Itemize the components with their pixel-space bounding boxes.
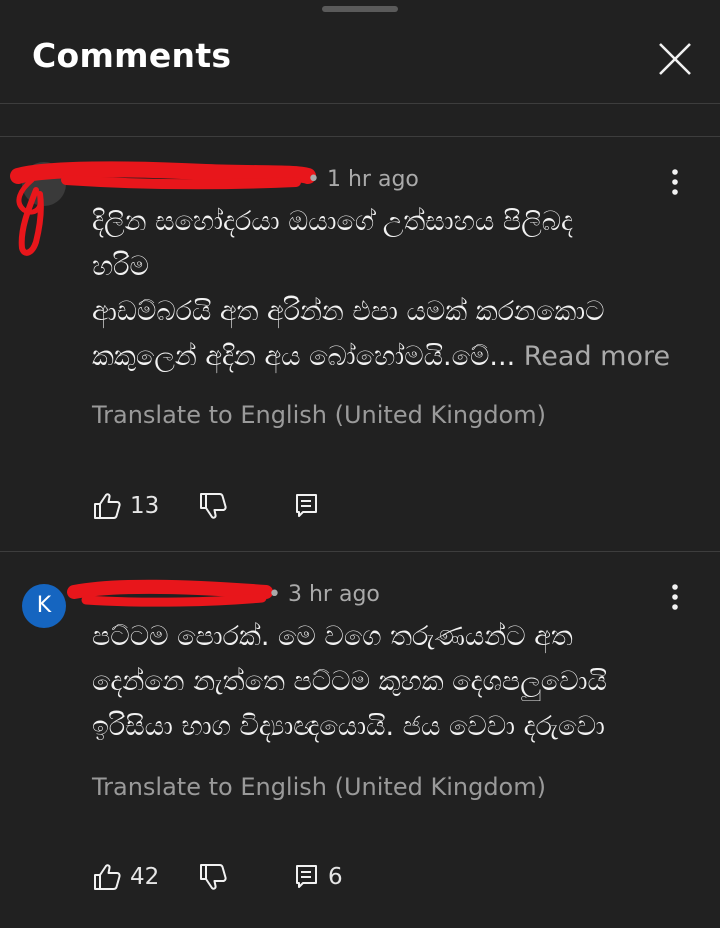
reply-button[interactable]: 6 <box>294 857 343 897</box>
close-icon <box>659 43 691 75</box>
comment-body: පට්ටම පොරක්. මෙ වගෙ තරුණයන්ට අත දෙන්නෙ න… <box>92 614 692 749</box>
like-count: 42 <box>130 864 160 890</box>
redaction-scribble <box>67 579 273 607</box>
like-button[interactable]: 42 <box>92 857 159 897</box>
comment-line-text: කකුලෙන් අදින අය බෝහෝමයි.මේ... <box>92 341 516 372</box>
dislike-button[interactable] <box>198 486 228 526</box>
thumb-down-icon <box>200 493 227 519</box>
reply-icon <box>296 865 317 888</box>
comment-line: ආඩම්බරයි අත අරින්න එපා යමක් කරනකොට <box>92 296 605 327</box>
section-divider <box>0 136 720 137</box>
comment-menu-button[interactable] <box>660 162 690 202</box>
thumb-up-icon <box>94 864 121 890</box>
thumb-up-icon <box>94 493 121 519</box>
translate-link[interactable]: Translate to English (United Kingdom) <box>92 401 546 429</box>
read-more-link[interactable]: Read more <box>524 341 670 372</box>
page-title: Comments <box>32 36 232 75</box>
comment-meta: • 1 hr ago <box>307 167 419 192</box>
header-divider <box>0 103 720 104</box>
avatar[interactable]: K <box>22 584 66 628</box>
reply-icon <box>296 494 317 517</box>
reply-button[interactable] <box>294 486 328 526</box>
comment-actions: 13 <box>92 486 392 526</box>
comment-line: පට්ටම පොරක්. මෙ වගෙ තරුණයන්ට අත <box>92 621 573 652</box>
comment-body: දිලින සහෝදරයා ඔයාගේ උත්සාහය පිලිබද හරිම … <box>92 199 692 379</box>
comment-menu-button[interactable] <box>660 577 690 617</box>
translate-link[interactable]: Translate to English (United Kingdom) <box>92 773 546 801</box>
comment-divider <box>0 551 720 552</box>
more-vert-icon <box>672 584 678 610</box>
comment-line: දිලින සහෝදරයා ඔයාගේ උත්සාහය පිලිබද <box>92 206 574 237</box>
comment-time: 1 hr ago <box>326 167 419 192</box>
sheet-drag-handle[interactable] <box>322 6 398 12</box>
dislike-button[interactable] <box>198 857 228 897</box>
comment-line: කකුලෙන් අදින අය බෝහෝමයි.මේ... Read more <box>92 334 692 379</box>
thumb-down-icon <box>200 864 227 890</box>
reply-count: 6 <box>328 864 343 890</box>
comment-line: දෙන්නෙ නැත්තෙ පට්ටම කුහක දෙශපලුවොයි <box>92 666 607 697</box>
more-vert-icon <box>672 169 678 195</box>
comment-time: 3 hr ago <box>287 582 380 607</box>
like-count: 13 <box>130 493 160 519</box>
close-button[interactable] <box>652 36 698 82</box>
comment-actions: 42 6 <box>92 857 392 897</box>
comment-line: ඉරිසියා භාග විද්‍යාඥයොයි. ජය වෙවා දරුවො <box>92 711 605 742</box>
like-button[interactable]: 13 <box>92 486 159 526</box>
comment-line: හරිම <box>92 251 149 282</box>
comment-meta: • 3 hr ago <box>268 582 380 607</box>
